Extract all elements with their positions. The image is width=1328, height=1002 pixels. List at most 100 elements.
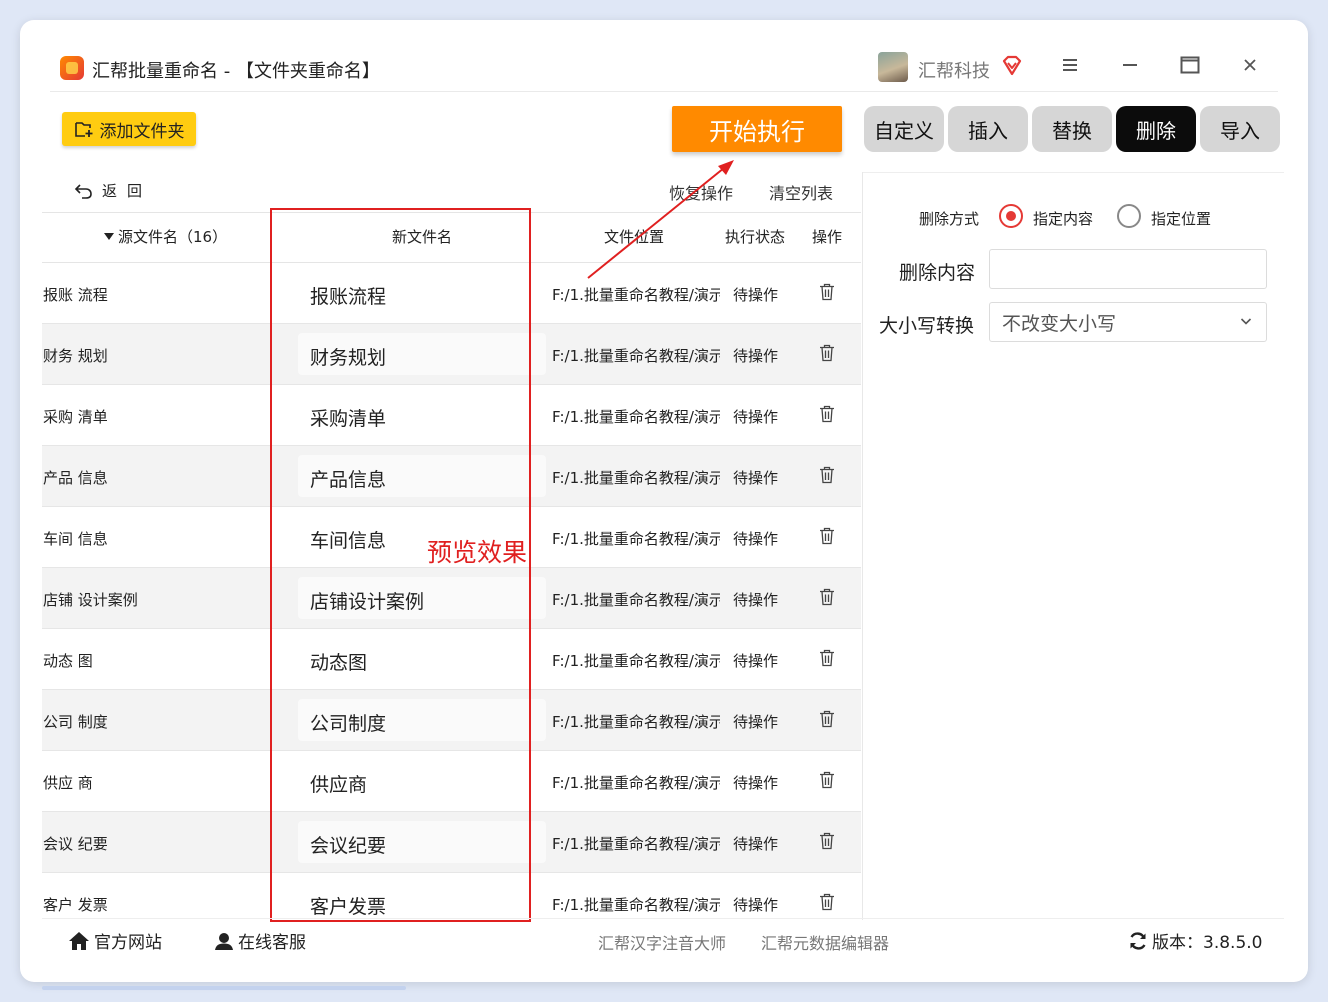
trash-icon[interactable] (819, 832, 835, 850)
add-folder-button[interactable]: 添加文件夹 (62, 112, 196, 146)
case-convert-label: 大小写转换 (879, 315, 975, 337)
column-source-name[interactable]: 源文件名（16） (104, 226, 227, 247)
online-support-link[interactable]: 在线客服 (214, 928, 306, 953)
delete-content-label: 删除内容 (899, 262, 976, 284)
source-name: 会议 纪要 (43, 835, 108, 853)
support-agent-icon (215, 932, 233, 950)
user-avatar[interactable] (878, 52, 908, 82)
new-name-cell: 采购清单 (298, 394, 546, 436)
restore-operation-button[interactable]: 恢复操作 (669, 180, 733, 204)
trash-icon[interactable] (819, 710, 835, 728)
trash-icon[interactable] (819, 405, 835, 423)
undo-label: 返回 (102, 182, 153, 200)
version-info[interactable]: 版本：3.8.5.0 (1128, 928, 1262, 953)
new-name: 客户发票 (310, 896, 387, 918)
table-row[interactable]: 店铺 设计案例 店铺设计案例 F:/1.批量重命名教程/演示 待操作 (42, 568, 861, 629)
trash-icon[interactable] (819, 344, 835, 362)
table-row[interactable]: 报账 流程 报账流程 F:/1.批量重命名教程/演示 待操作 (42, 263, 861, 324)
source-name: 采购 清单 (43, 408, 108, 426)
radio-specified-position-label[interactable]: 指定位置 (1151, 208, 1211, 229)
maximize-icon[interactable] (1178, 56, 1202, 80)
delete-content-input[interactable] (989, 249, 1267, 289)
new-name-cell: 财务规划 (298, 333, 546, 375)
status-text: 待操作 (733, 347, 779, 365)
menu-icon[interactable] (1058, 56, 1082, 80)
radio-specified-content-label[interactable]: 指定内容 (1033, 208, 1093, 229)
new-name: 动态图 (310, 652, 368, 674)
official-website-link[interactable]: 官方网站 (68, 928, 162, 953)
trash-icon[interactable] (819, 649, 835, 667)
column-location: 文件位置 (604, 228, 665, 246)
tab-insert[interactable]: 插入 (948, 106, 1028, 152)
undo-icon (74, 183, 92, 199)
file-path: F:/1.批量重命名教程/演示 (552, 591, 720, 609)
metadata-editor-link[interactable]: 汇帮元数据编辑器 (761, 930, 889, 954)
tab-replace[interactable]: 替换 (1032, 106, 1112, 152)
file-path: F:/1.批量重命名教程/演示 (552, 896, 720, 914)
trash-icon[interactable] (819, 588, 835, 606)
trash-icon[interactable] (819, 283, 835, 301)
home-icon (69, 931, 89, 950)
horizontal-scrollbar[interactable] (42, 986, 406, 990)
radio-specified-position[interactable] (1117, 204, 1141, 228)
column-action: 操作 (812, 228, 843, 246)
case-convert-select[interactable]: 不改变大小写 (989, 302, 1267, 342)
source-name: 公司 制度 (43, 713, 108, 731)
status-text: 待操作 (733, 530, 779, 548)
table-row[interactable]: 客户 发票 客户发票 F:/1.批量重命名教程/演示 待操作 (42, 873, 861, 933)
table-row[interactable]: 财务 规划 财务规划 F:/1.批量重命名教程/演示 待操作 (42, 324, 861, 385)
source-name: 供应 商 (43, 774, 93, 792)
sort-down-icon (104, 233, 114, 240)
file-path: F:/1.批量重命名教程/演示 (552, 469, 720, 487)
radio-specified-content[interactable] (999, 204, 1023, 228)
trash-icon[interactable] (819, 771, 835, 789)
app-window: 汇帮批量重命名 - 【文件夹重命名】 汇帮科技 添加文件夹 开始执行 自定义 插 (20, 20, 1308, 982)
table-row[interactable]: 采购 清单 采购清单 F:/1.批量重命名教程/演示 待操作 (42, 385, 861, 446)
table-row[interactable]: 动态 图 动态图 F:/1.批量重命名教程/演示 待操作 (42, 629, 861, 690)
table-row[interactable]: 产品 信息 产品信息 F:/1.批量重命名教程/演示 待操作 (42, 446, 861, 507)
window-title: 汇帮批量重命名 - 【文件夹重命名】 (92, 61, 380, 82)
clear-list-button[interactable]: 清空列表 (769, 180, 833, 204)
version-label: 版本：3.8.5.0 (1152, 933, 1263, 953)
column-new-name: 新文件名 (392, 228, 453, 246)
trash-icon[interactable] (819, 466, 835, 484)
new-name-cell: 公司制度 (298, 699, 546, 741)
source-name: 车间 信息 (43, 530, 108, 548)
file-path: F:/1.批量重命名教程/演示 (552, 652, 720, 670)
pinyin-tool-link[interactable]: 汇帮汉字注音大师 (598, 930, 726, 954)
close-icon[interactable] (1238, 56, 1262, 80)
new-name-cell: 供应商 (298, 760, 546, 802)
table-row[interactable]: 公司 制度 公司制度 F:/1.批量重命名教程/演示 待操作 (42, 690, 861, 751)
file-path: F:/1.批量重命名教程/演示 (552, 408, 720, 426)
start-execute-button[interactable]: 开始执行 (672, 106, 842, 152)
table-row[interactable]: 会议 纪要 会议纪要 F:/1.批量重命名教程/演示 待操作 (42, 812, 861, 873)
vip-diamond-icon[interactable] (1000, 54, 1024, 78)
add-folder-icon (74, 122, 92, 137)
file-list: 报账 流程 报账流程 F:/1.批量重命名教程/演示 待操作 财务 规划 财务规… (42, 263, 861, 933)
new-name: 报账流程 (310, 286, 387, 308)
minimize-icon[interactable] (1118, 56, 1142, 80)
source-name: 店铺 设计案例 (43, 591, 138, 609)
status-text: 待操作 (733, 286, 779, 304)
footer-divider (42, 918, 1284, 919)
refresh-icon (1130, 931, 1146, 950)
trash-icon[interactable] (819, 893, 835, 911)
app-logo-icon (60, 56, 84, 80)
source-name: 财务 规划 (43, 347, 108, 365)
file-path: F:/1.批量重命名教程/演示 (552, 286, 720, 304)
undo-button[interactable]: 返回 (74, 180, 152, 201)
source-name: 报账 流程 (43, 286, 108, 304)
source-name: 产品 信息 (43, 469, 108, 487)
source-name: 动态 图 (43, 652, 93, 670)
tab-delete[interactable]: 删除 (1116, 106, 1196, 152)
file-path: F:/1.批量重命名教程/演示 (552, 835, 720, 853)
tab-import[interactable]: 导入 (1200, 106, 1280, 152)
status-text: 待操作 (733, 408, 779, 426)
brand-name[interactable]: 汇帮科技 (918, 57, 990, 83)
add-folder-label: 添加文件夹 (99, 121, 185, 142)
trash-icon[interactable] (819, 527, 835, 545)
case-convert-value: 不改变大小写 (1002, 312, 1117, 335)
status-text: 待操作 (733, 896, 779, 914)
table-row[interactable]: 供应 商 供应商 F:/1.批量重命名教程/演示 待操作 (42, 751, 861, 812)
tab-custom[interactable]: 自定义 (864, 106, 944, 152)
